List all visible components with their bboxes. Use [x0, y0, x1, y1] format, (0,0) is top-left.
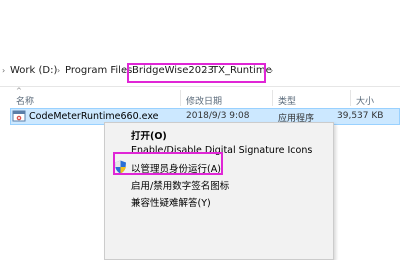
menu-item-label: 打开(O)	[131, 131, 167, 142]
file-name[interactable]: CodeMeterRuntime660.exe	[29, 111, 159, 122]
chevron-right-icon[interactable]: ›	[2, 66, 5, 75]
chevron-right-icon[interactable]: ›	[57, 66, 60, 75]
file-date: 2018/9/3 9:08	[186, 111, 250, 121]
executable-file-icon	[12, 110, 26, 122]
breadcrumb-item-drive[interactable]: Work (D:)	[10, 65, 57, 76]
menu-item-label: 启用/禁用数字签名图标	[131, 181, 230, 192]
path-highlight-box	[127, 63, 266, 83]
menu-item-label: 兼容性疑难解答(Y)	[131, 198, 211, 209]
file-size: 39,537 KB	[337, 111, 384, 121]
run-as-admin-highlight-box	[113, 152, 223, 175]
column-divider[interactable]	[272, 90, 273, 106]
explorer-window: › Work (D:) › Program Files › BridgeWise…	[0, 0, 400, 260]
menu-item-compatibility-troubleshoot[interactable]: 兼容性疑难解答(Y)	[105, 192, 333, 210]
column-header-type[interactable]: 类型	[278, 94, 296, 107]
column-header-size[interactable]: 大小	[356, 94, 374, 107]
menu-item-open[interactable]: 打开(O)	[105, 125, 333, 143]
column-header-name[interactable]: 名称	[16, 94, 34, 107]
column-header-date[interactable]: 修改日期	[186, 94, 222, 107]
column-divider[interactable]	[350, 90, 351, 106]
column-divider[interactable]	[180, 90, 181, 106]
context-menu: 打开(O) Enable/Disable Digital Signature I…	[104, 122, 334, 260]
chevron-right-icon[interactable]: ›	[123, 66, 126, 75]
menu-item-toggle-signature-icons-cn[interactable]: 启用/禁用数字签名图标	[105, 175, 333, 193]
chevron-right-icon[interactable]: ›	[270, 66, 273, 75]
